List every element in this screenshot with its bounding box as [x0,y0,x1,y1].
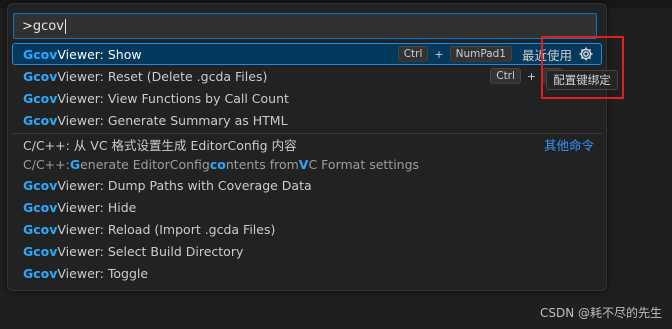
command-label: Viewer: Dump Paths with Coverage Data [57,177,312,193]
watermark: CSDN @耗不尽的先生 [539,306,662,320]
command-label: Viewer: Generate Summary as HTML [57,112,288,128]
command-label: Viewer: Reload (Import .gcda Files) [57,221,276,237]
command-item-gcov-select-build-dir[interactable]: Gcov Viewer: Select Build Directory [12,240,602,262]
command-item-gcov-hide[interactable]: Gcov Viewer: Hide [12,196,602,218]
command-label: Viewer: Hide [57,199,137,215]
subtitle-text: C Format settings [308,156,420,172]
match-highlight: Gcov [23,221,58,237]
match-highlight: Gcov [23,112,58,128]
command-item-gcov-generate-summary[interactable]: Gcov Viewer: Generate Summary as HTML [12,109,602,131]
match-highlight: Gcov [23,177,58,193]
command-label: Viewer: Select Build Directory [57,243,244,259]
command-palette-input[interactable]: >gcov [13,13,597,39]
keybinding-plus: + [526,69,537,83]
match-highlight: co [209,156,226,172]
match-highlight: Gcov [23,90,58,106]
match-highlight: Gcov [23,199,58,215]
text-caret [64,18,66,34]
command-item-gcov-view-functions[interactable]: Gcov Viewer: View Functions by Call Coun… [12,87,602,109]
gear-icon[interactable] [578,46,594,62]
command-item-meta: Ctrl + NumPad1 最近使用 [397,43,594,65]
command-label: C/C++: 从 VC 格式设置生成 EditorConfig 内容 [23,137,297,153]
command-item-gcov-reload[interactable]: Gcov Viewer: Reload (Import .gcda Files) [12,218,602,240]
match-highlight: G [69,156,81,172]
other-commands-label: 其他命令 [543,137,594,153]
command-input-text: >gcov [22,18,64,34]
command-item-subtitle: C/C++: Generate EditorConfig co ntents fr… [12,154,602,174]
configure-keybinding-tooltip: 配置键绑定 [546,70,618,90]
match-highlight: Gcov [23,46,58,62]
command-item-meta: 其他命令 [544,134,594,154]
command-item-gcov-dump-paths[interactable]: Gcov Viewer: Dump Paths with Coverage Da… [12,174,602,196]
command-item-title-row: C/C++: 从 VC 格式设置生成 EditorConfig 内容 其他命令 [12,134,602,154]
keybinding-key: NumPad1 [449,46,512,62]
match-highlight: V [298,156,309,172]
subtitle-text: ntents from [225,156,299,172]
command-item-cpp-editorconfig[interactable]: C/C++: 从 VC 格式设置生成 EditorConfig 内容 其他命令 … [12,134,602,174]
command-label: Viewer: Show [57,46,142,62]
command-label: Viewer: Toggle [57,265,149,281]
match-highlight: Gcov [23,265,58,281]
subtitle-text: C/C++: [23,156,70,172]
command-item-gcov-toggle[interactable]: Gcov Viewer: Toggle [12,262,602,284]
match-highlight: Gcov [23,68,58,84]
keybinding-key: Ctrl [490,68,521,84]
match-highlight: Gcov [23,243,58,259]
subtitle-text: enerate EditorConfig [80,156,210,172]
recently-used-label: 最近使用 [521,47,572,63]
keybinding-key: Ctrl [397,46,429,62]
command-label: Viewer: Reset (Delete .gcda Files) [57,68,268,84]
command-item-gcov-show[interactable]: Gcov Viewer: Show Ctrl + NumPad1 最近使用 [12,43,602,65]
command-item-gcov-reset[interactable]: Gcov Viewer: Reset (Delete .gcda Files) … [12,65,602,87]
command-palette: >gcov Gcov Viewer: Show Ctrl + NumPad1 最… [7,3,607,291]
command-list: Gcov Viewer: Show Ctrl + NumPad1 最近使用 Gc… [12,43,602,284]
command-label: Viewer: View Functions by Call Count [57,90,289,106]
keybinding-plus: + [434,47,444,61]
